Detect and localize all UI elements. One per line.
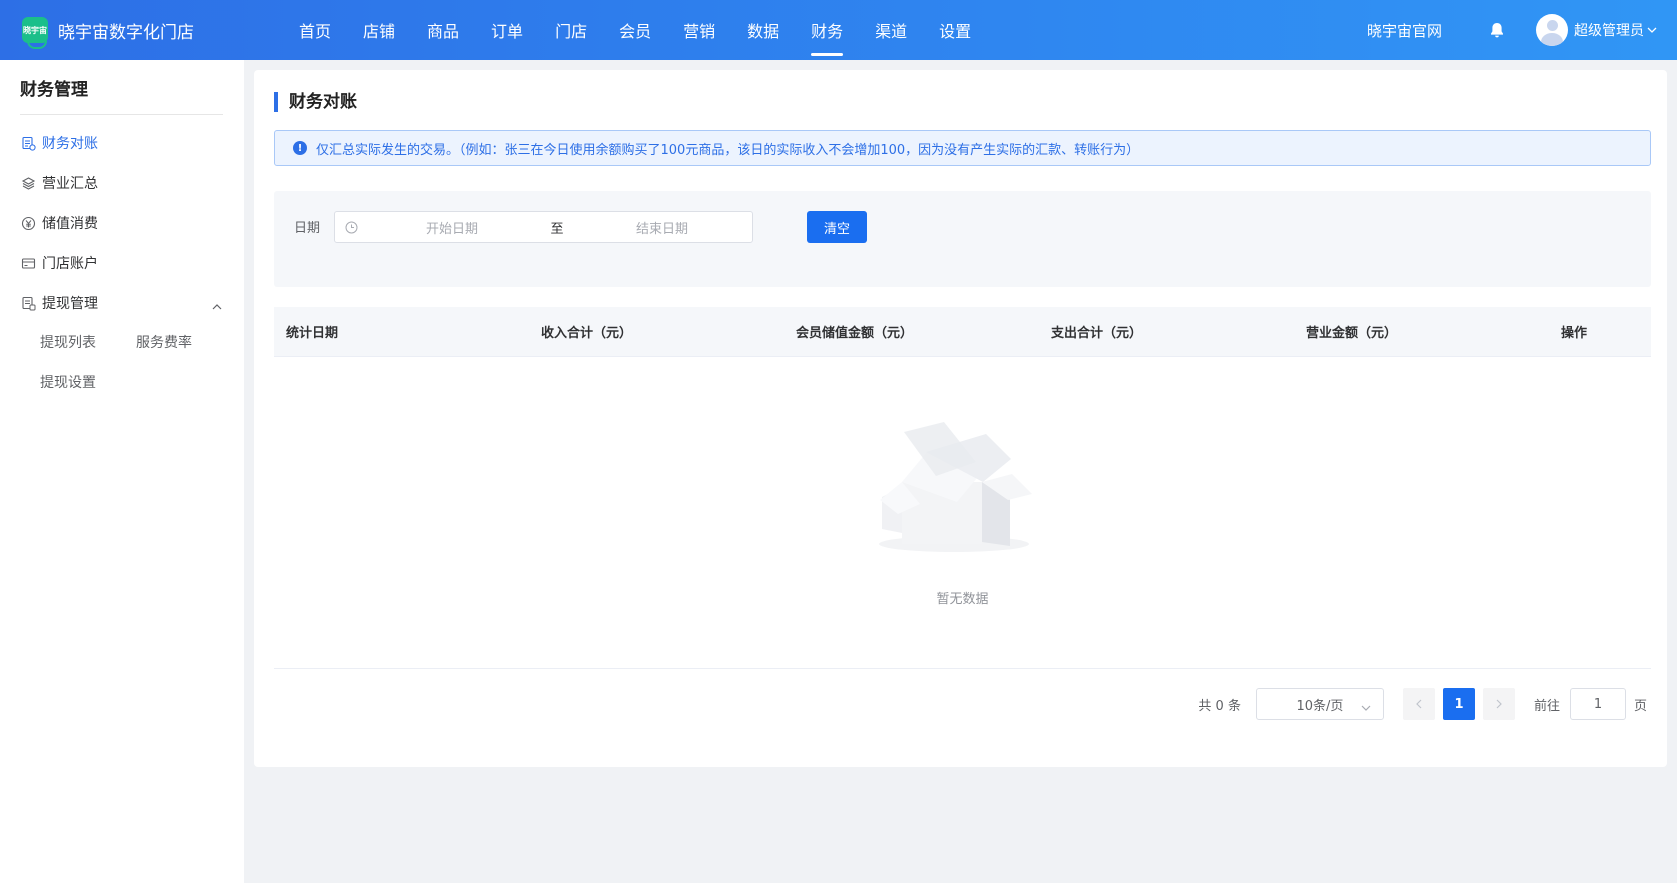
chevron-right-icon <box>1496 699 1502 709</box>
user-name: 超级管理员 <box>1574 23 1644 39</box>
chevron-down-icon <box>1361 700 1371 715</box>
date-range-picker[interactable]: 开始日期 至 结束日期 <box>334 211 753 243</box>
page-number-button[interactable]: 1 <box>1442 688 1475 720</box>
clock-icon <box>345 220 359 234</box>
sidebar: 财务管理 财务对账 营业汇总 储值消费 门店账户 提现管理 提现列表 服务费率 … <box>0 60 244 883</box>
page-unit-label: 页 <box>1633 698 1647 714</box>
sidebar-subitem-service-rate[interactable]: 服务费率 <box>136 323 232 363</box>
official-site-link[interactable]: 晓宇宙官网 <box>1367 20 1442 41</box>
header-right: 晓宇宙官网 超级管理员 <box>1367 0 1677 60</box>
sidebar-menu: 财务对账 营业汇总 储值消费 门店账户 提现管理 提现列表 服务费率 提现设置 <box>0 123 244 403</box>
sidebar-item-stored-value[interactable]: 储值消费 <box>0 203 244 243</box>
chevron-up-icon <box>212 298 222 314</box>
nav-item-channels[interactable]: 渠道 <box>859 0 923 60</box>
column-header-expense: 支出合计（元） <box>1051 326 1143 341</box>
nav-item-settings[interactable]: 设置 <box>923 0 987 60</box>
sidebar-item-label: 储值消费 <box>42 216 98 232</box>
nav-item-stores[interactable]: 门店 <box>539 0 603 60</box>
sidebar-subitem-withdraw-settings[interactable]: 提现设置 <box>40 363 136 403</box>
table-header: 统计日期 收入合计（元） 会员储值金额（元） 支出合计（元） 营业金额（元） 操… <box>274 307 1651 357</box>
page-size-select[interactable]: 10条/页 <box>1255 688 1384 720</box>
reconcile-icon <box>20 135 36 151</box>
goto-label: 前往 <box>1533 698 1560 714</box>
end-date-input[interactable]: 结束日期 <box>587 218 737 237</box>
pagination: 共 0 条 10条/页 1 前往 1 页 <box>1198 688 1647 720</box>
column-header-business-amount: 营业金额（元） <box>1306 326 1398 341</box>
column-header-date: 统计日期 <box>286 326 339 341</box>
nav-item-members[interactable]: 会员 <box>603 0 667 60</box>
table-empty-state: 暂无数据 <box>274 358 1651 669</box>
brand-title: 晓宇宙数字化门店 <box>58 22 194 43</box>
card-icon <box>20 255 36 271</box>
sidebar-item-label: 门店账户 <box>42 256 98 272</box>
sidebar-item-label: 财务对账 <box>42 136 98 152</box>
avatar <box>1536 14 1568 46</box>
page-title: 财务对账 <box>274 92 357 112</box>
main-card: 财务对账 ! 仅汇总实际发生的交易。（例如：张三在今日使用余额购买了100元商品… <box>254 70 1667 767</box>
withdraw-submenu: 提现列表 服务费率 提现设置 <box>0 323 244 403</box>
brand[interactable]: 晓宇宙 晓宇宙数字化门店 <box>0 0 270 60</box>
empty-box-icon <box>874 402 1044 562</box>
total-count: 共 0 条 <box>1198 698 1241 714</box>
chevron-down-icon <box>1647 25 1657 35</box>
column-header-actions: 操作 <box>1561 326 1588 341</box>
column-header-income: 收入合计（元） <box>541 326 633 341</box>
nav-item-marketing[interactable]: 营销 <box>667 0 731 60</box>
filter-panel: 日期 开始日期 至 结束日期 清空 <box>274 191 1651 287</box>
notice-text: 仅汇总实际发生的交易。（例如：张三在今日使用余额购买了100元商品，该日的实际收… <box>316 142 1140 158</box>
date-separator: 至 <box>550 221 564 237</box>
goto-page-input[interactable]: 1 <box>1569 688 1626 720</box>
info-icon: ! <box>293 141 307 155</box>
nav-item-home[interactable]: 首页 <box>283 0 347 60</box>
clear-button[interactable]: 清空 <box>807 211 867 243</box>
info-notice: ! 仅汇总实际发生的交易。（例如：张三在今日使用余额购买了100元商品，该日的实… <box>274 130 1651 166</box>
next-page-button[interactable] <box>1482 688 1515 720</box>
nav-item-shop[interactable]: 店铺 <box>347 0 411 60</box>
chevron-left-icon <box>1416 699 1422 709</box>
nav-item-finance[interactable]: 财务 <box>795 0 859 60</box>
sidebar-subitem-withdraw-list[interactable]: 提现列表 <box>40 323 136 363</box>
layers-icon <box>20 175 36 191</box>
withdraw-icon <box>20 295 36 311</box>
bell-icon[interactable] <box>1488 21 1506 39</box>
sidebar-item-business-summary[interactable]: 营业汇总 <box>0 163 244 203</box>
brand-logo: 晓宇宙 <box>22 17 48 49</box>
sidebar-item-store-account[interactable]: 门店账户 <box>0 243 244 283</box>
nav-item-orders[interactable]: 订单 <box>475 0 539 60</box>
nav-item-data[interactable]: 数据 <box>731 0 795 60</box>
sidebar-item-reconcile[interactable]: 财务对账 <box>0 123 244 163</box>
logo-text: 晓宇宙 <box>23 25 47 35</box>
column-header-member-stored: 会员储值金额（元） <box>796 326 914 341</box>
date-label: 日期 <box>294 221 321 236</box>
prev-page-button[interactable] <box>1402 688 1435 720</box>
top-nav: 首页 店铺 商品 订单 门店 会员 营销 数据 财务 渠道 设置 <box>283 0 987 60</box>
top-header: 晓宇宙 晓宇宙数字化门店 首页 店铺 商品 订单 门店 会员 营销 数据 财务 … <box>0 0 1677 60</box>
user-menu[interactable]: 超级管理员 <box>1536 14 1657 46</box>
sidebar-item-withdraw[interactable]: 提现管理 <box>0 283 244 323</box>
yen-icon <box>20 215 36 231</box>
nav-item-goods[interactable]: 商品 <box>411 0 475 60</box>
sidebar-item-label: 营业汇总 <box>42 176 98 192</box>
sidebar-title: 财务管理 <box>20 75 223 115</box>
sidebar-item-label: 提现管理 <box>42 296 98 312</box>
empty-text: 暂无数据 <box>936 592 989 607</box>
start-date-input[interactable]: 开始日期 <box>377 218 527 237</box>
page-size-value: 10条/页 <box>1296 698 1344 714</box>
